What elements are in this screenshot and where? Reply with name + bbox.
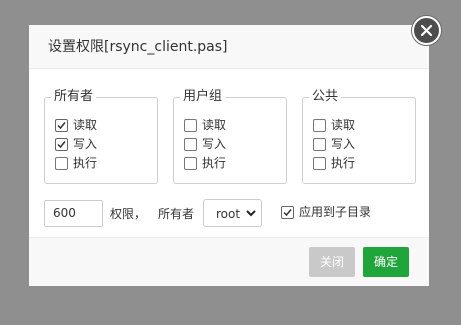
confirm-button[interactable]: 确定: [363, 247, 409, 277]
apply-subdirs-row[interactable]: 应用到子目录: [281, 205, 371, 219]
owner-write-checkbox[interactable]: [55, 137, 68, 151]
chevron-down-icon: [246, 210, 256, 217]
usergroup-write-checkbox[interactable]: [184, 137, 197, 151]
group-legend-owner: 所有者: [51, 89, 97, 105]
public-execute-checkbox[interactable]: [313, 156, 326, 170]
usergroup-read-row[interactable]: 读取: [184, 118, 226, 132]
owner-write-label: 写入: [73, 137, 98, 151]
public-read-checkbox[interactable]: [313, 118, 326, 132]
usergroup-write-label: 写入: [202, 137, 227, 151]
dialog-close-button[interactable]: [412, 16, 441, 45]
dialog-title: 设置权限[rsync_client.pas]: [48, 39, 228, 55]
owner-read-row[interactable]: 读取: [55, 118, 97, 132]
public-write-label: 写入: [331, 137, 356, 151]
usergroup-write-row[interactable]: 写入: [184, 137, 226, 151]
public-permission-group: 公共 读取 写入 执行: [302, 89, 416, 184]
owner-execute-checkbox[interactable]: [55, 156, 68, 170]
permission-suffix-label: 权限，: [110, 207, 147, 221]
group-legend-public: 公共: [309, 89, 342, 105]
usergroup-read-label: 读取: [202, 118, 227, 132]
owner-execute-row[interactable]: 执行: [55, 156, 97, 170]
public-execute-row[interactable]: 执行: [313, 156, 355, 170]
apply-subdirs-label: 应用到子目录: [299, 205, 372, 219]
usergroup-execute-row[interactable]: 执行: [184, 156, 226, 170]
permission-dialog: 设置权限[rsync_client.pas] 所有者 读取 写入 执行 用户组 …: [29, 25, 429, 286]
owner-select[interactable]: root: [203, 199, 262, 227]
owner-read-checkbox[interactable]: [55, 118, 68, 132]
usergroup-execute-checkbox[interactable]: [184, 156, 197, 170]
usergroup-permission-group: 用户组 读取 写入 执行: [173, 89, 287, 184]
owner-execute-label: 执行: [73, 156, 98, 170]
public-execute-label: 执行: [331, 156, 356, 170]
close-button[interactable]: 关闭: [309, 247, 355, 277]
usergroup-read-checkbox[interactable]: [184, 118, 197, 132]
public-read-label: 读取: [331, 118, 356, 132]
apply-subdirs-checkbox[interactable]: [281, 205, 294, 219]
permission-value-input[interactable]: 600: [44, 200, 103, 227]
dialog-header: 设置权限[rsync_client.pas]: [29, 25, 429, 69]
owner-select-label: 所有者: [158, 207, 195, 221]
owner-write-row[interactable]: 写入: [55, 137, 97, 151]
dialog-footer: 关闭 确定: [29, 237, 429, 286]
group-legend-usergroup: 用户组: [180, 89, 226, 105]
public-read-row[interactable]: 读取: [313, 118, 355, 132]
owner-select-value: root: [216, 207, 241, 221]
public-write-checkbox[interactable]: [313, 137, 326, 151]
owner-permission-group: 所有者 读取 写入 执行: [44, 89, 158, 184]
owner-read-label: 读取: [73, 118, 98, 132]
public-write-row[interactable]: 写入: [313, 137, 355, 151]
usergroup-execute-label: 执行: [202, 156, 227, 170]
close-icon: [420, 24, 433, 37]
